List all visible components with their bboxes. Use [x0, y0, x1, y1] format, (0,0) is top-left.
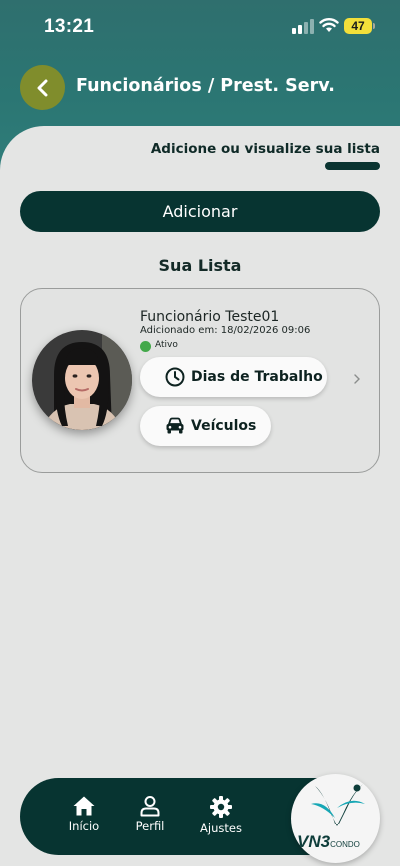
list-title: Sua Lista [158, 256, 242, 275]
page-subtitle: Adicione ou visualize sua lista [150, 141, 380, 157]
add-button[interactable]: Adicionar [20, 191, 380, 232]
page-title: Funcionários / Prest. Serv. [76, 76, 335, 96]
nav-profile-label: Perfil [135, 819, 165, 833]
subtitle-underline [325, 162, 380, 170]
logo-text-main: VN3 [297, 832, 331, 851]
vehicles-label: Veículos [191, 418, 257, 434]
nav-home[interactable]: Início [54, 795, 114, 833]
clock-icon [165, 367, 185, 387]
car-icon [166, 417, 184, 434]
vn3-logo[interactable]: VN3CONDO [291, 774, 380, 863]
vehicles-button[interactable]: Veículos [140, 406, 271, 446]
nav-settings-label: Ajustes [200, 821, 242, 835]
status-dot [140, 341, 151, 352]
battery-tip [373, 23, 375, 29]
avatar [32, 330, 132, 430]
chevron-right-icon[interactable] [352, 372, 362, 386]
logo-text-sub: CONDO [330, 840, 360, 849]
nav-profile[interactable]: Perfil [120, 795, 180, 833]
status-bar: 13:21 47 [0, 0, 400, 52]
status-badge: Ativo [155, 340, 178, 350]
battery-indicator: 47 [344, 18, 372, 34]
back-button[interactable] [20, 65, 65, 110]
signal-icon [292, 19, 314, 34]
employee-added-date: Adicionado em: 18/02/2026 09:06 [140, 325, 311, 336]
status-time: 13:21 [44, 16, 95, 37]
nav-settings[interactable]: Ajustes [191, 795, 251, 835]
content-panel [0, 126, 400, 866]
employee-name: Funcionário Teste01 [140, 309, 280, 325]
wifi-icon [319, 18, 339, 32]
logo-text: VN3CONDO [297, 832, 377, 852]
gear-icon [210, 796, 232, 818]
chevron-left-icon [37, 79, 47, 96]
nav-home-label: Início [68, 819, 100, 833]
work-days-label: Dias de Trabalho [191, 369, 323, 385]
home-icon [73, 796, 95, 816]
user-icon [140, 796, 160, 817]
work-days-button[interactable]: Dias de Trabalho [140, 357, 327, 397]
